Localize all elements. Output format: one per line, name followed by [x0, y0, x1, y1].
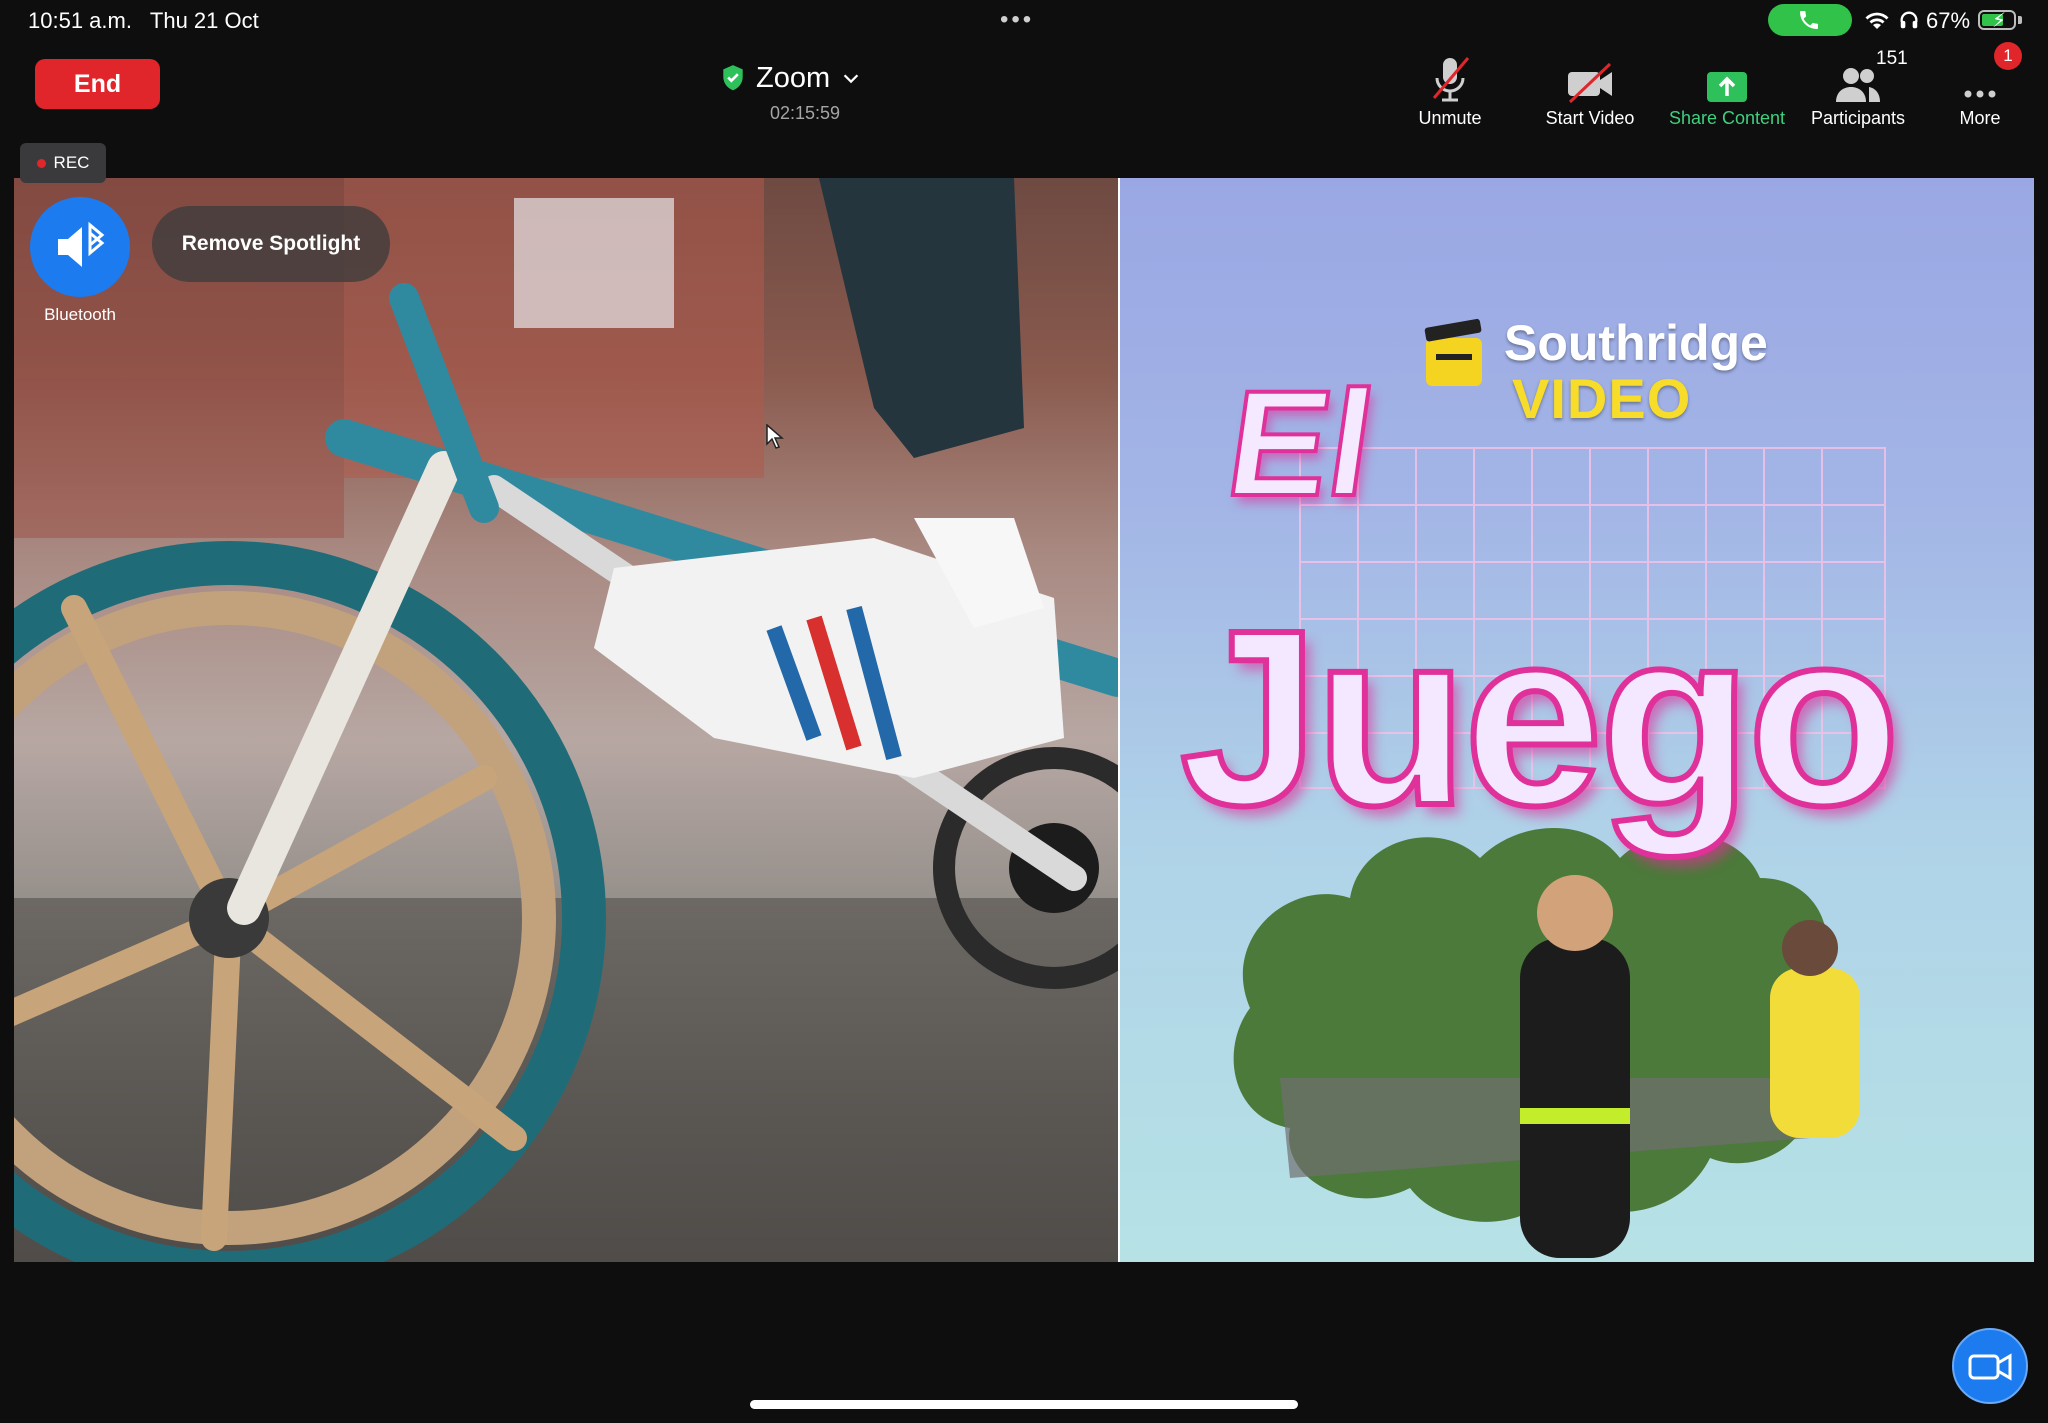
- meeting-title: Zoom: [756, 61, 831, 94]
- title-juego: Juego: [1177, 578, 1903, 857]
- participants-icon: [1836, 68, 1880, 102]
- video-off-icon: [1568, 62, 1612, 104]
- share-screen-icon: [1707, 72, 1747, 102]
- unmute-label: Unmute: [1418, 108, 1482, 128]
- multitask-dots-icon[interactable]: •••: [1000, 6, 1034, 34]
- battery-cap: [2018, 16, 2022, 24]
- status-date: Thu 21 Oct: [149, 8, 259, 33]
- remove-spotlight-button[interactable]: Remove Spotlight: [152, 206, 390, 282]
- more-dots-icon: [1964, 90, 1996, 98]
- share-content-button[interactable]: Share Content: [1660, 48, 1794, 148]
- title-el: El: [1216, 357, 1385, 529]
- more-label: More: [1959, 108, 2001, 128]
- unmute-button[interactable]: Unmute: [1400, 48, 1500, 148]
- status-time-date: 10:51 a.m. Thu 21 Oct: [28, 8, 259, 34]
- el-juego-graphic: Southridge VIDEO El Juego: [1120, 178, 2034, 1262]
- status-time: 10:51 a.m.: [28, 8, 132, 33]
- bluetooth-label: Bluetooth: [44, 305, 116, 324]
- brand-line-southridge: Southridge: [1504, 315, 1768, 371]
- active-call-pill[interactable]: [1768, 4, 1852, 36]
- mouse-pointer-icon: [766, 424, 784, 449]
- bluetooth-audio-button[interactable]: [30, 197, 130, 297]
- participants-label: Participants: [1810, 108, 1906, 128]
- more-notification-badge: 1: [1994, 42, 2022, 70]
- recording-label: REC: [53, 153, 90, 172]
- start-video-label: Start Video: [1545, 108, 1635, 128]
- chevron-down-icon: [843, 74, 859, 84]
- microphone-muted-icon: [1432, 57, 1470, 102]
- battery-percent: 67%: [1926, 8, 1971, 33]
- meeting-timer: 02:15:59: [770, 103, 841, 123]
- meeting-title-dropdown[interactable]: Zoom: [720, 58, 862, 98]
- shield-check-icon: [723, 65, 743, 91]
- meeting-toolbar: End Zoom 02:15:59 Unmute Start Video Sha…: [0, 42, 2048, 160]
- shared-screen[interactable]: Southridge VIDEO El Juego: [14, 178, 2034, 1262]
- status-bar: 10:51 a.m. Thu 21 Oct ••• 67% ⚡: [0, 0, 2048, 42]
- end-meeting-button[interactable]: End: [35, 59, 160, 109]
- share-content-label: Share Content: [1668, 108, 1786, 128]
- recording-indicator[interactable]: REC: [20, 143, 106, 183]
- brand-line-video: VIDEO: [1512, 367, 1692, 430]
- bicycle-illustration: [14, 178, 1118, 1262]
- home-indicator[interactable]: [750, 1400, 1298, 1409]
- bicycle-photo: [14, 178, 1118, 1262]
- video-camera-icon: [1968, 1353, 2012, 1381]
- wifi-icon: [1865, 12, 1889, 29]
- camera-floating-button[interactable]: [1952, 1328, 2028, 1404]
- battery-charging-icon: ⚡: [1978, 10, 2016, 32]
- phone-icon: [1800, 11, 1818, 29]
- headphones-icon: [1900, 11, 1918, 29]
- clapperboard-icon: [1424, 318, 1482, 386]
- start-video-button[interactable]: Start Video: [1530, 48, 1650, 148]
- participants-count: 151: [1876, 48, 1908, 69]
- speaker-bluetooth-icon: [58, 221, 105, 267]
- recording-dot-icon: [36, 158, 46, 168]
